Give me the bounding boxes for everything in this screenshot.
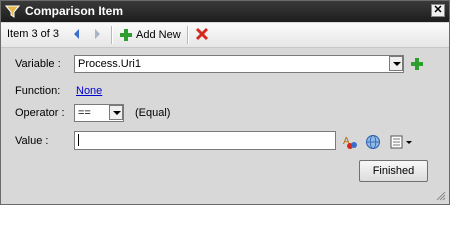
variable-picker-icon[interactable]: A (342, 134, 358, 150)
operator-description: (Equal) (135, 107, 171, 119)
delete-icon[interactable] (194, 26, 210, 42)
close-button[interactable]: ✕ (431, 4, 445, 17)
item-count-label: Item 3 of 3 (7, 28, 59, 40)
resize-grip-icon[interactable] (434, 189, 446, 201)
comparison-item-dialog: Comparison Item ✕ Item 3 of 3 Add New Va… (0, 0, 450, 205)
add-new-button[interactable]: Add New (119, 26, 181, 44)
next-item-button[interactable] (91, 28, 103, 40)
add-new-label: Add New (136, 29, 181, 41)
value-label: Value : (15, 135, 49, 147)
title-bar: Comparison Item ✕ (1, 1, 449, 22)
window-title: Comparison Item (25, 4, 124, 18)
document-menu-icon[interactable] (390, 134, 414, 150)
toolbar: Item 3 of 3 Add New (1, 23, 449, 48)
variable-select[interactable]: Process.Uri1 (74, 55, 404, 73)
function-link[interactable]: None (76, 85, 102, 97)
globe-icon[interactable] (365, 134, 381, 150)
function-label: Function: (15, 85, 61, 97)
toolbar-separator (187, 26, 189, 44)
finished-label: Finished (372, 165, 415, 177)
plus-icon (120, 29, 132, 41)
close-icon: ✕ (433, 4, 443, 16)
text-cursor (78, 134, 79, 146)
add-variable-icon[interactable] (410, 57, 424, 71)
variable-label: Variable : (15, 58, 61, 70)
variable-dropdown-button[interactable] (389, 56, 403, 71)
value-input[interactable] (74, 131, 336, 150)
previous-item-button[interactable] (71, 28, 83, 40)
finished-button[interactable]: Finished (359, 160, 428, 182)
filter-funnel-icon (5, 5, 20, 18)
operator-label: Operator : (15, 107, 65, 119)
operator-dropdown-button[interactable] (109, 105, 123, 120)
toolbar-separator (111, 26, 113, 44)
